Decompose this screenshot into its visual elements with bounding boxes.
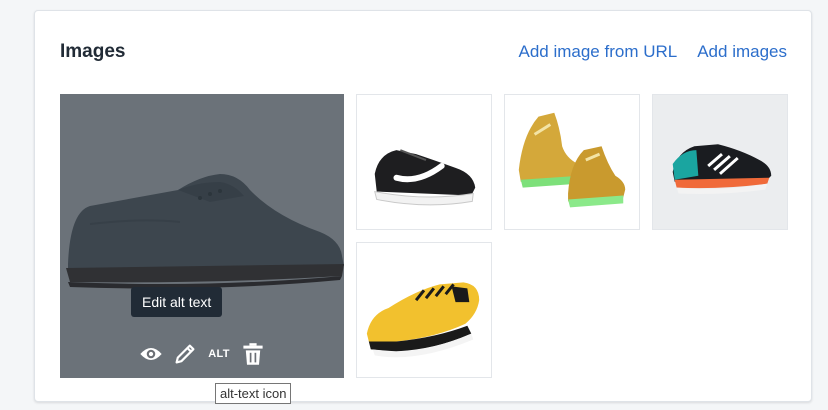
- yellow-sneaker-image: [357, 243, 491, 377]
- card-actions: Add image from URL Add images: [518, 42, 787, 62]
- image-thumbnail-5[interactable]: [356, 242, 492, 378]
- edit-alt-text-tooltip: Edit alt text: [131, 287, 223, 317]
- add-image-from-url-link[interactable]: Add image from URL: [518, 42, 677, 62]
- delete-button[interactable]: [241, 342, 265, 366]
- trash-icon: [243, 343, 263, 365]
- gold-sneaker-image: [505, 95, 639, 229]
- eye-icon: [140, 348, 162, 360]
- black-sneaker-image: [357, 95, 491, 229]
- image-thumbnail-main[interactable]: ALT: [60, 94, 344, 378]
- add-images-link[interactable]: Add images: [697, 42, 787, 62]
- image-thumbnail-3[interactable]: [504, 94, 640, 230]
- images-card: Images Add image from URL Add images ALT: [34, 10, 812, 402]
- image-thumbnail-4[interactable]: [652, 94, 788, 230]
- alt-text-icon-hint: alt-text icon: [215, 383, 292, 404]
- image-thumbnail-2[interactable]: [356, 94, 492, 230]
- edit-button[interactable]: [173, 342, 197, 366]
- pencil-icon: [175, 344, 195, 364]
- preview-button[interactable]: [139, 342, 163, 366]
- running-shoe-image: [653, 95, 787, 229]
- alt-text-button[interactable]: ALT: [207, 342, 231, 366]
- image-actions-bar: ALT: [60, 342, 344, 366]
- card-title: Images: [60, 41, 126, 62]
- hover-overlay: [60, 94, 344, 378]
